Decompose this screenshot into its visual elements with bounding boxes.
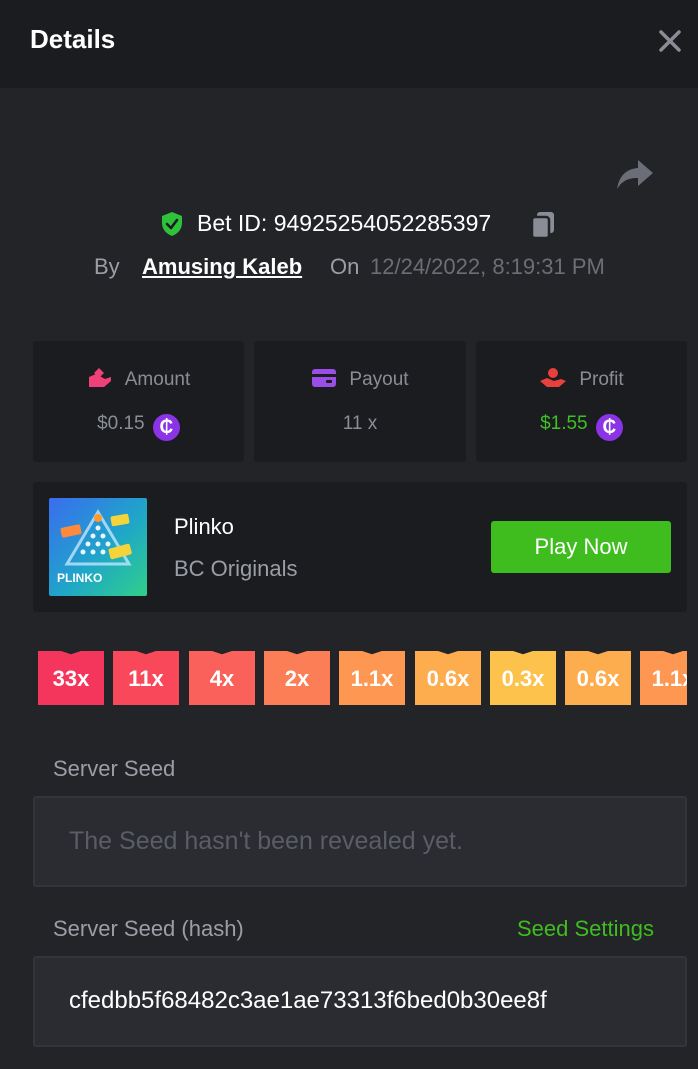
page-title: Details <box>30 24 116 54</box>
copy-icon[interactable] <box>529 210 557 240</box>
amount-value: $0.15 <box>97 413 145 434</box>
coin-icon: ₵ <box>595 414 623 441</box>
server-seed-placeholder: The Seed hasn't been revealed yet. <box>69 827 463 855</box>
profit-value-row: $1.55 ₵ <box>476 413 687 443</box>
profit-card: Profit $1.55 ₵ <box>476 341 687 462</box>
payout-value: 11 x <box>342 413 378 434</box>
verified-shield-icon <box>162 212 182 236</box>
bet-id: Bet ID: 94925254052285397 <box>197 210 492 236</box>
user-link[interactable]: Amusing Kaleb <box>142 254 302 280</box>
plinko-thumb-text: PLINKO <box>57 571 102 585</box>
multiplier-chip: 0.6x <box>415 651 481 705</box>
profit-header: Profit <box>476 367 687 393</box>
multiplier-chip: 0.6x <box>565 651 631 705</box>
payout-card: Payout 11 x <box>254 341 466 462</box>
game-card: PLINKO Plinko BC Originals Play Now <box>33 482 687 612</box>
bet-amount-icon <box>88 368 111 387</box>
server-seed-hash-label: Server Seed (hash) <box>53 916 244 941</box>
play-now-button[interactable]: Play Now <box>491 521 671 573</box>
payout-value-row: 11 x <box>254 413 466 443</box>
amount-value-row: $0.15 ₵ <box>33 413 244 443</box>
server-seed-field[interactable]: The Seed hasn't been revealed yet. <box>33 796 687 887</box>
multiplier-chip: 1.1x <box>339 651 405 705</box>
plinko-artwork: PLINKO <box>49 498 147 596</box>
server-seed-hash-field[interactable]: cfedbb5f68482c3ae1ae73313f6bed0b30ee8f <box>33 956 687 1047</box>
profit-icon <box>540 368 567 387</box>
bet-id-row: Bet ID: 94925254052285397 <box>0 206 698 242</box>
plinko-thumbnail[interactable]: PLINKO <box>49 498 147 596</box>
multiplier-chip: 2x <box>264 651 330 705</box>
on-label: On <box>330 254 360 279</box>
multiplier-chip: 33x <box>38 651 104 705</box>
seed-settings-link[interactable]: Seed Settings <box>517 916 654 942</box>
bet-meta-row: By Amusing Kaleb On 12/24/2022, 8:19:31 … <box>0 250 698 284</box>
payout-label: Payout <box>349 369 409 390</box>
game-provider: BC Originals <box>174 556 298 581</box>
server-seed-label: Server Seed <box>53 756 176 781</box>
game-name: Plinko <box>174 514 234 539</box>
multiplier-chip: 0.3x <box>490 651 556 705</box>
multiplier-chip: 11x <box>113 651 179 705</box>
share-icon[interactable] <box>616 158 654 192</box>
close-icon[interactable] <box>655 26 685 56</box>
multiplier-chip: 4x <box>189 651 255 705</box>
amount-card: Amount $0.15 ₵ <box>33 341 244 462</box>
bet-date: 12/24/2022, 8:19:31 PM <box>370 254 605 279</box>
multiplier-strip: 33x11x4x2x1.1x0.6x0.3x0.6x1.1x <box>38 651 687 705</box>
coin-icon: ₵ <box>152 414 180 441</box>
wallet-icon <box>312 369 337 387</box>
server-seed-hash-value: cfedbb5f68482c3ae1ae73313f6bed0b30ee8f <box>69 987 547 1014</box>
payout-header: Payout <box>254 367 466 393</box>
by-label: By <box>94 254 120 279</box>
profit-value: $1.55 <box>540 413 588 434</box>
amount-header: Amount <box>33 367 244 393</box>
profit-label: Profit <box>579 369 624 390</box>
amount-label: Amount <box>124 369 191 390</box>
details-header: Details <box>0 0 698 88</box>
multiplier-chip: 1.1x <box>640 651 687 705</box>
